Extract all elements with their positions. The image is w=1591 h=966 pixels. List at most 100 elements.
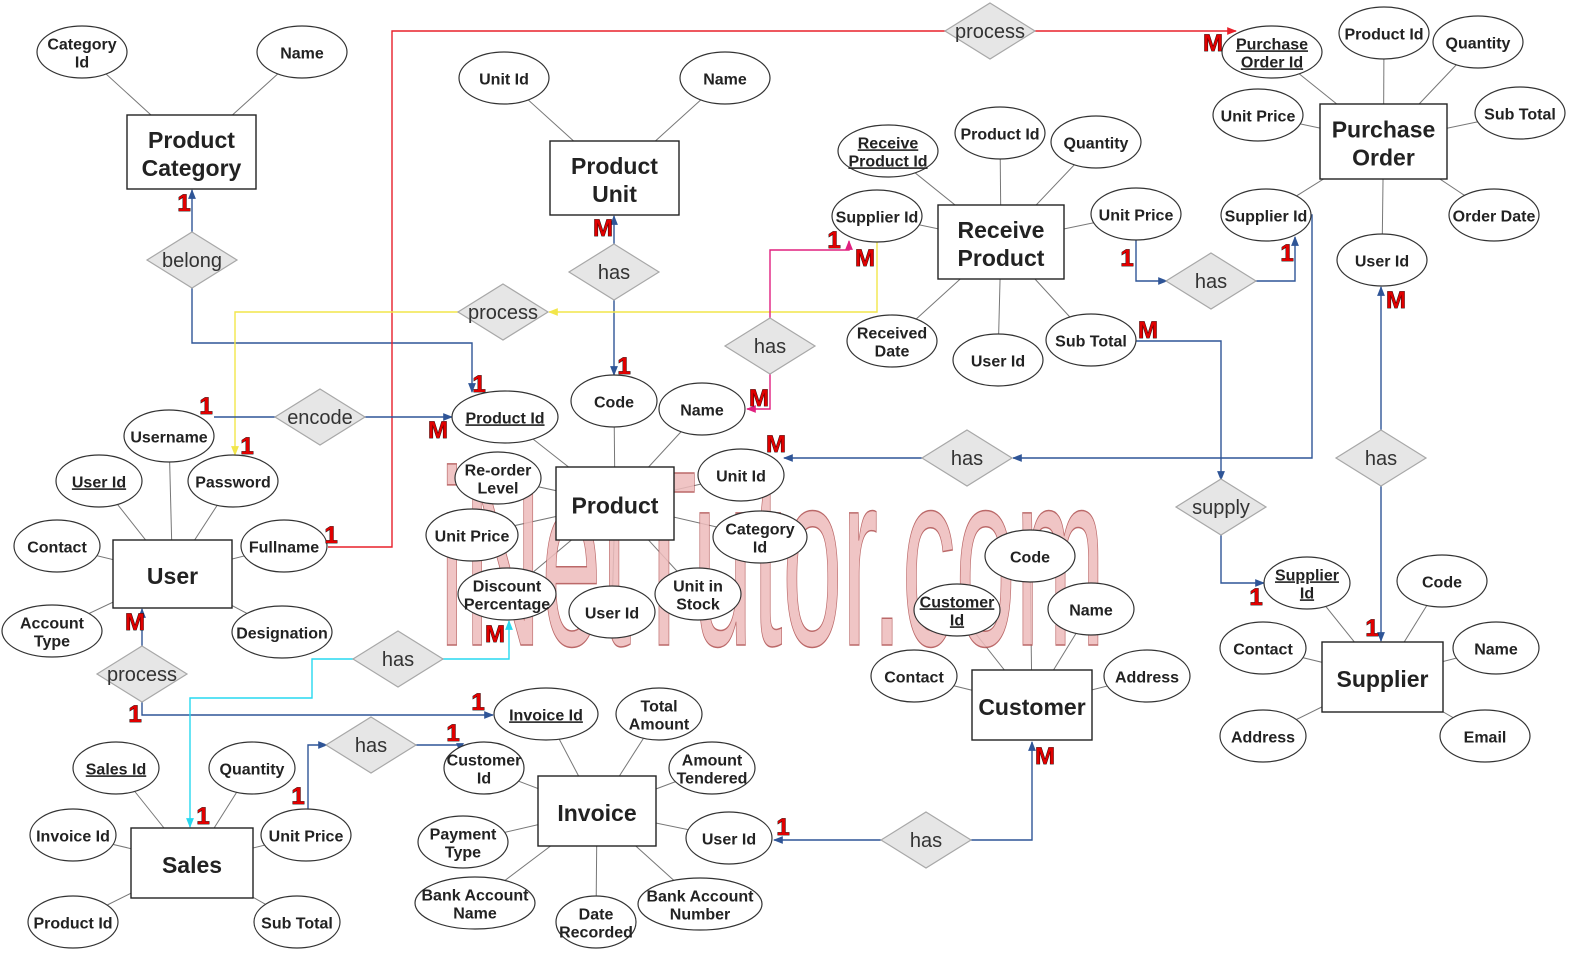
- attribute-label: Name: [680, 402, 724, 419]
- attribute-po-user-id[interactable]: User Id: [1336, 233, 1428, 287]
- entity-customer[interactable]: Customer: [971, 669, 1093, 741]
- entity-invoice[interactable]: Invoice: [537, 775, 657, 847]
- attribute-s-contact[interactable]: Contact: [1219, 621, 1307, 675]
- attribute-p-category-id[interactable]: CategoryId: [712, 510, 808, 564]
- attribute-label: Unit Price: [1099, 207, 1174, 224]
- entity-sales[interactable]: Sales: [130, 827, 254, 899]
- attribute-sa-unit-price[interactable]: Unit Price: [260, 808, 352, 862]
- relationship-r-has-supplier[interactable]: has: [1334, 429, 1428, 487]
- attribute-label: Contact: [884, 669, 944, 686]
- entity-supplier[interactable]: Supplier: [1321, 641, 1444, 713]
- relationship-r-belong[interactable]: belong: [145, 231, 239, 289]
- relationship-r-supply[interactable]: supply: [1174, 478, 1268, 536]
- relationship-r-process-top[interactable]: process: [943, 2, 1037, 60]
- attribute-s-code[interactable]: Code: [1396, 554, 1488, 608]
- attribute-c-address[interactable]: Address: [1103, 649, 1191, 703]
- attribute-i-amount-tendered[interactable]: AmountTendered: [668, 741, 756, 795]
- attribute-s-email[interactable]: Email: [1439, 709, 1531, 763]
- attribute-c-code[interactable]: Code: [984, 529, 1076, 583]
- entity-product-unit[interactable]: ProductUnit: [549, 140, 680, 216]
- relationship-r-has-rp[interactable]: has: [1164, 252, 1258, 310]
- entity-product[interactable]: Product: [555, 466, 675, 541]
- attribute-p-unit-price[interactable]: Unit Price: [425, 508, 519, 562]
- attribute-i-payment-type[interactable]: PaymentType: [417, 815, 509, 869]
- attribute-sa-id[interactable]: Sales Id: [72, 741, 160, 795]
- attribute-p-stock[interactable]: Unit inStock: [654, 567, 742, 621]
- attribute-sa-product-id[interactable]: Product Id: [27, 895, 119, 949]
- relationship-label: belong: [162, 250, 222, 272]
- relationship-r-has-magenta[interactable]: has: [723, 317, 817, 375]
- attribute-rp-id[interactable]: ReceiveProduct Id: [837, 124, 939, 178]
- attribute-rp-qty[interactable]: Quantity: [1050, 115, 1142, 169]
- attribute-po-order-date[interactable]: Order Date: [1448, 188, 1540, 242]
- cardinality-label: M: [1203, 30, 1223, 57]
- relationship-r-process-yellow[interactable]: process: [456, 283, 550, 341]
- primary-key-label: Invoice Id: [509, 707, 583, 724]
- attribute-label: Product Id: [33, 915, 112, 932]
- attribute-u-fullname[interactable]: Fullname: [240, 519, 328, 573]
- attribute-u-designation[interactable]: Designation: [231, 605, 333, 659]
- attribute-po-unit-price[interactable]: Unit Price: [1212, 88, 1304, 142]
- attribute-i-id[interactable]: Invoice Id: [493, 687, 599, 741]
- attribute-c-id[interactable]: CustomerId: [913, 583, 1001, 637]
- relationship-connector: [971, 741, 1036, 841]
- attribute-c-name[interactable]: Name: [1047, 582, 1135, 636]
- attribute-sa-qty[interactable]: Quantity: [208, 741, 296, 795]
- attribute-po-sub-total[interactable]: Sub Total: [1474, 86, 1566, 140]
- attribute-p-user-id[interactable]: User Id: [568, 585, 656, 639]
- attribute-pu-unit-id[interactable]: Unit Id: [458, 51, 550, 105]
- attribute-po-qty[interactable]: Quantity: [1432, 15, 1524, 69]
- attribute-rp-product-id[interactable]: Product Id: [954, 106, 1046, 160]
- cardinality-label: 1: [291, 783, 304, 810]
- attribute-p-id[interactable]: Product Id: [451, 390, 559, 444]
- attribute-sa-sub-total[interactable]: Sub Total: [253, 895, 341, 949]
- entity-product-category[interactable]: ProductCategory: [126, 114, 257, 190]
- attribute-s-address[interactable]: Address: [1219, 709, 1307, 763]
- attribute-label: Payment: [430, 826, 497, 843]
- entity-purchase-order[interactable]: PurchaseOrder: [1319, 103, 1448, 180]
- attribute-pu-name[interactable]: Name: [679, 51, 771, 105]
- attribute-rp-received-date[interactable]: ReceivedDate: [846, 314, 938, 368]
- attribute-rp-unit-price[interactable]: Unit Price: [1090, 187, 1182, 241]
- entity-user[interactable]: User: [112, 539, 233, 609]
- attribute-u-password[interactable]: Password: [187, 454, 279, 508]
- attribute-p-reorder[interactable]: Re-orderLevel: [454, 451, 542, 505]
- entity-label: User: [147, 563, 198, 589]
- cardinality-label: 1: [324, 522, 337, 549]
- relationship-r-process-user[interactable]: process: [95, 645, 189, 703]
- attribute-pc-cat-id[interactable]: CategoryId: [36, 25, 128, 79]
- attribute-c-contact[interactable]: Contact: [870, 649, 958, 703]
- relationship-r-has-cyan[interactable]: has: [351, 630, 445, 688]
- attribute-p-discount[interactable]: DiscountPercentage: [457, 567, 557, 621]
- attribute-i-bank-name[interactable]: Bank AccountName: [414, 876, 536, 930]
- attribute-pc-name[interactable]: Name: [256, 25, 348, 79]
- attribute-rp-user-id[interactable]: User Id: [952, 333, 1044, 387]
- attribute-label: Id: [477, 770, 491, 787]
- attribute-po-supplier-id[interactable]: Supplier Id: [1220, 188, 1312, 242]
- relationship-r-has-sales[interactable]: has: [324, 716, 418, 774]
- relationship-r-has-customer[interactable]: has: [879, 811, 973, 869]
- attribute-rp-sub-total[interactable]: Sub Total: [1045, 313, 1137, 367]
- attribute-s-name[interactable]: Name: [1452, 621, 1540, 675]
- primary-key-label: Purchase: [1236, 36, 1308, 53]
- attribute-rp-supplier-id[interactable]: Supplier Id: [831, 189, 923, 243]
- entity-receive-product[interactable]: ReceiveProduct: [937, 204, 1065, 280]
- attribute-i-date[interactable]: DateRecorded: [555, 895, 637, 949]
- attribute-p-name[interactable]: Name: [658, 382, 746, 436]
- attribute-i-total[interactable]: TotalAmount: [615, 687, 703, 741]
- attribute-p-code[interactable]: Code: [570, 374, 658, 428]
- entity-label: Purchase: [1332, 116, 1436, 142]
- attribute-u-account-type[interactable]: AccountType: [1, 604, 103, 658]
- attribute-label: Name: [1474, 641, 1518, 658]
- attribute-i-customer-id[interactable]: CustomerId: [443, 741, 525, 795]
- attribute-i-user-id[interactable]: User Id: [685, 811, 773, 865]
- attribute-po-product-id[interactable]: Product Id: [1338, 6, 1430, 60]
- attribute-u-contact[interactable]: Contact: [13, 519, 101, 573]
- attribute-i-bank-number[interactable]: Bank AccountNumber: [637, 877, 763, 931]
- attribute-s-supplier-id[interactable]: SupplierId: [1263, 556, 1351, 610]
- relationship-r-has-unit[interactable]: has: [567, 243, 661, 301]
- attribute-u-id[interactable]: User Id: [55, 454, 143, 508]
- relationship-r-encode[interactable]: encode: [273, 388, 367, 446]
- attribute-po-id[interactable]: PurchaseOrder Id: [1221, 25, 1323, 79]
- attribute-sa-invoice-id[interactable]: Invoice Id: [29, 808, 117, 862]
